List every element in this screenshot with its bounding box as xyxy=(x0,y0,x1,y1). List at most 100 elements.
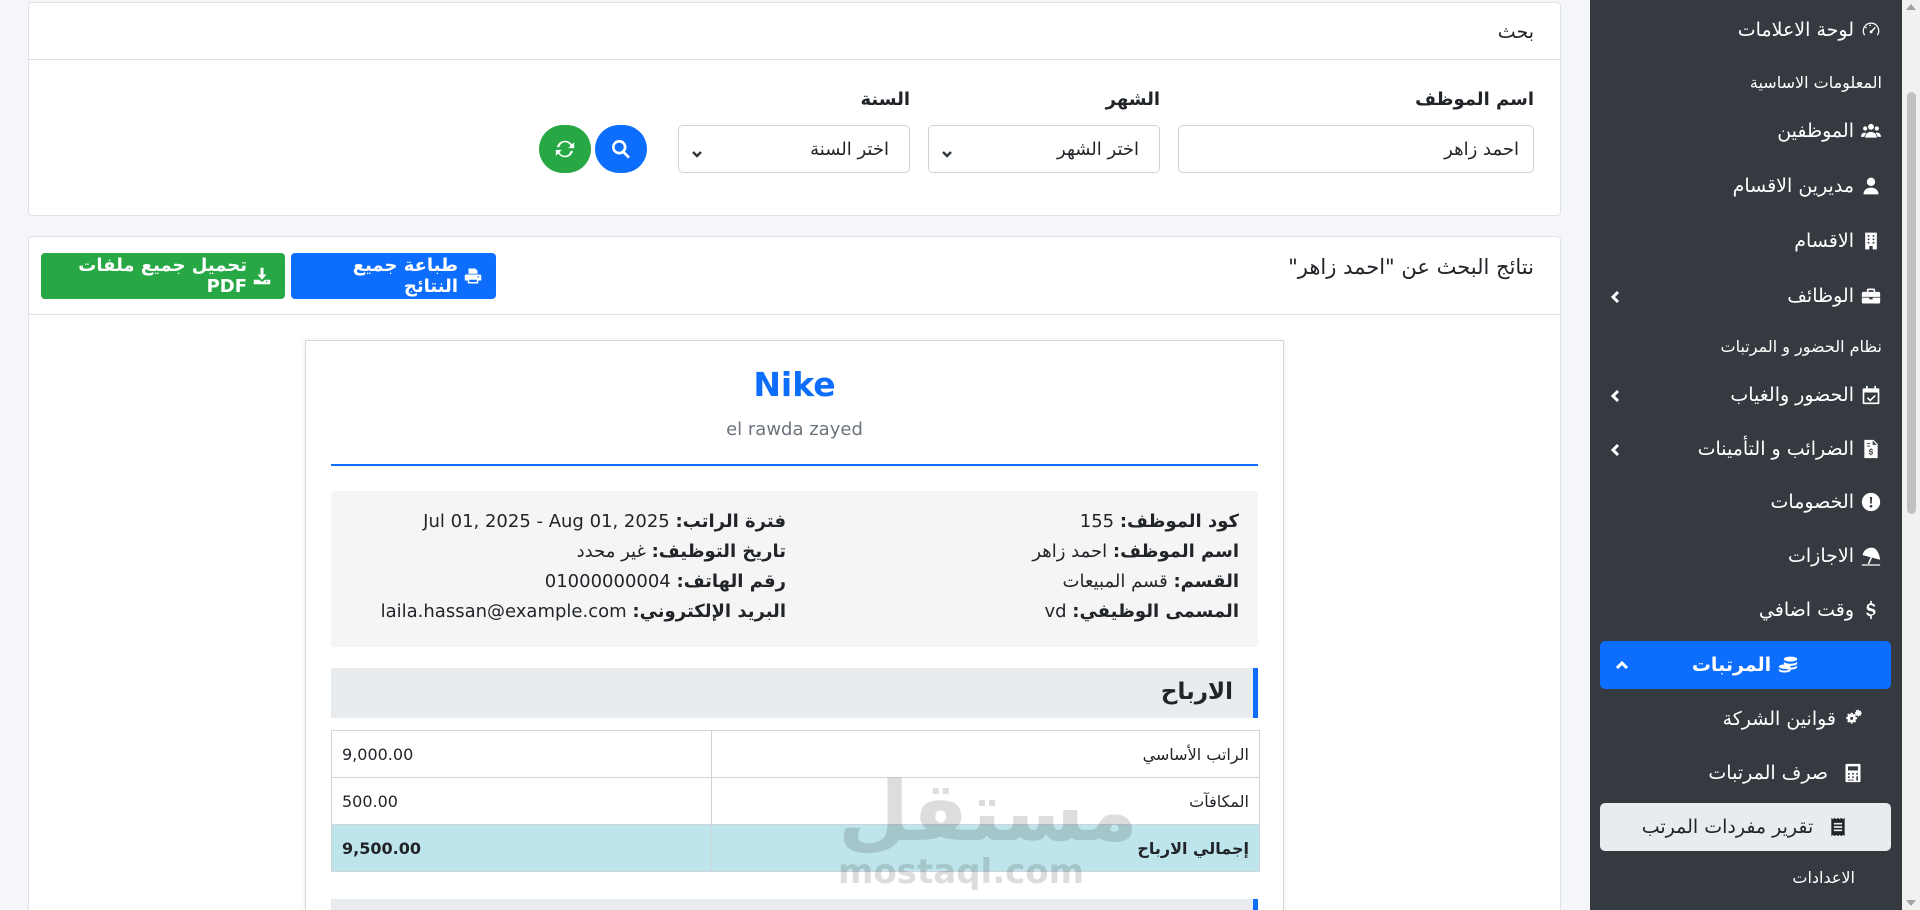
users-icon xyxy=(1860,120,1882,142)
hire-date: غير محدد xyxy=(576,541,646,562)
umbrella-beach-icon xyxy=(1860,545,1882,567)
sidebar-section-basic-info: المعلومات الاساسية xyxy=(1749,73,1882,92)
department: قسم المبيعات xyxy=(1062,571,1168,592)
sidebar-item-label: الضرائب و التأمينات xyxy=(1697,438,1854,460)
sidebar-item-dashboard[interactable]: لوحة الاعلامات xyxy=(1594,6,1882,54)
download-all-pdf-button[interactable]: تحميل جميع ملفات PDF xyxy=(41,253,285,299)
search-button[interactable] xyxy=(595,125,647,173)
building-icon xyxy=(1860,230,1882,252)
month-select-value: اختر الشهر xyxy=(1057,138,1139,160)
field-label: كود الموظف: xyxy=(1119,511,1239,532)
refresh-icon xyxy=(555,140,575,158)
chevron-down-icon xyxy=(941,144,953,158)
scroll-down-icon[interactable] xyxy=(1906,900,1916,906)
employee-code-row: كود الموظف: 155 xyxy=(1080,511,1239,532)
calculator-icon xyxy=(1842,762,1864,784)
company-address: el rawda zayed xyxy=(726,419,863,440)
sidebar-item-departments[interactable]: الاقسام xyxy=(1594,217,1882,265)
job-title: vd xyxy=(1044,601,1067,622)
field-label: اسم الموظف: xyxy=(1112,541,1239,562)
dollar-icon xyxy=(1860,599,1882,621)
sidebar-section-attendance-payroll: نظام الحضور و المرتبات xyxy=(1720,337,1882,356)
calendar-check-icon xyxy=(1860,384,1882,406)
earnings-title: الارباح xyxy=(1160,679,1233,705)
sidebar-item-label: صرف المرتبات xyxy=(1708,762,1828,784)
search-icon xyxy=(612,139,630,159)
exclamation-circle-icon xyxy=(1860,491,1882,513)
sidebar-item-label: وقت اضافي xyxy=(1758,599,1854,621)
scrollbar-thumb[interactable] xyxy=(1907,92,1916,514)
year-select[interactable]: اختر السنة xyxy=(678,125,910,173)
sidebar-item-label: الموظفين xyxy=(1777,120,1854,142)
hire-date-row: تاريخ التوظيف: غير محدد xyxy=(577,541,786,562)
payslip: Nike el rawda zayed كود الموظف: 155 اسم … xyxy=(305,340,1284,910)
briefcase-icon xyxy=(1860,285,1882,307)
download-all-label: تحميل جميع ملفات PDF xyxy=(78,255,247,297)
sidebar-item-leaves[interactable]: الاجازات xyxy=(1594,532,1882,580)
sidebar-item-label: الاجازات xyxy=(1788,545,1854,567)
earning-label: المكافآت xyxy=(711,777,1260,825)
month-select[interactable]: اختر الشهر xyxy=(928,125,1160,173)
employee-name-label: اسم الموظف xyxy=(1415,89,1534,110)
chevron-up-icon xyxy=(1614,657,1630,673)
phone: 01000000004 xyxy=(544,571,671,592)
file-invoice-icon xyxy=(1860,438,1882,460)
field-label: القسم: xyxy=(1173,571,1239,592)
sidebar-item-attendance[interactable]: الحضور والغياب xyxy=(1594,371,1882,419)
sidebar-scrollbar[interactable] xyxy=(1902,0,1920,910)
email: laila.hassan@example.com xyxy=(380,601,627,622)
download-icon xyxy=(253,267,271,285)
print-icon xyxy=(464,267,482,285)
employee-name-input[interactable]: احمد زاهر xyxy=(1178,125,1534,173)
user-icon xyxy=(1860,175,1882,197)
earning-value: 500.00 xyxy=(331,777,712,825)
sidebar-item-employees[interactable]: الموظفين xyxy=(1594,107,1882,155)
chevron-left-icon xyxy=(1608,288,1624,304)
sidebar: لوحة الاعلامات المعلومات الاساسية الموظف… xyxy=(1590,0,1920,910)
earning-label: الراتب الأساسي xyxy=(711,730,1260,778)
sidebar-item-payslip-report[interactable]: تقرير مفردات المرتب xyxy=(1600,803,1891,851)
print-all-button[interactable]: طباعة جميع النتائج xyxy=(291,253,496,299)
sidebar-item-salary-disbursement[interactable]: صرف المرتبات xyxy=(1594,749,1864,797)
email-row: البريد الإلكتروني: laila.hassan@example.… xyxy=(381,601,786,622)
print-all-label: طباعة جميع النتائج xyxy=(352,255,458,297)
employee-info-box: كود الموظف: 155 اسم الموظف: احمد زاهر ال… xyxy=(331,491,1258,647)
sidebar-item-jobs[interactable]: الوظائف xyxy=(1594,272,1882,320)
sidebar-item-label: لوحة الاعلامات xyxy=(1737,19,1854,41)
year-label: السنة xyxy=(860,89,910,110)
sidebar-item-taxes[interactable]: الضرائب و التأمينات xyxy=(1594,425,1882,473)
reset-button[interactable] xyxy=(539,125,591,173)
sidebar-item-label: الاقسام xyxy=(1794,230,1854,252)
field-label: المسمى الوظيفي: xyxy=(1072,601,1239,622)
next-section-header xyxy=(331,899,1258,910)
salary-period-row: فترة الراتب: Jul 01, 2025 - Aug 01, 2025 xyxy=(423,511,786,532)
earnings-total-value: 9,500.00 xyxy=(331,824,712,872)
earnings-section-header: الارباح xyxy=(331,668,1258,718)
employee-name-row: اسم الموظف: احمد زاهر xyxy=(1032,541,1239,562)
coins-icon xyxy=(1777,654,1799,676)
scroll-up-icon[interactable] xyxy=(1906,4,1916,10)
sidebar-item-overtime[interactable]: وقت اضافي xyxy=(1594,586,1882,634)
sidebar-item-label: المرتبات xyxy=(1691,654,1772,676)
salary-period: Jul 01, 2025 - Aug 01, 2025 xyxy=(423,511,670,532)
department-row: القسم: قسم المبيعات xyxy=(1063,571,1239,592)
sidebar-item-salaries[interactable]: المرتبات xyxy=(1600,641,1891,689)
sidebar-item-company-rules[interactable]: قوانين الشركة xyxy=(1594,695,1864,743)
field-label: فترة الراتب: xyxy=(675,511,786,532)
earnings-total-label: إجمالي الارباح xyxy=(711,824,1260,872)
job-title-row: المسمى الوظيفي: vd xyxy=(1044,601,1239,622)
earning-value: 9,000.00 xyxy=(331,730,712,778)
month-label: الشهر xyxy=(1105,89,1160,110)
sidebar-item-deductions[interactable]: الخصومات xyxy=(1594,478,1882,526)
table-row: الراتب الأساسي 9,000.00 xyxy=(331,730,1260,778)
sidebar-section-settings: الاعدادات xyxy=(1792,868,1855,887)
dashboard-icon xyxy=(1860,19,1882,41)
sidebar-item-department-managers[interactable]: مديرين الاقسام xyxy=(1594,162,1882,210)
employee-name: احمد زاهر xyxy=(1032,541,1108,562)
divider xyxy=(29,314,1560,315)
earnings-table: الراتب الأساسي 9,000.00 المكافآت 500.00 … xyxy=(331,730,1260,872)
sidebar-item-label: الخصومات xyxy=(1770,491,1854,513)
chevron-left-icon xyxy=(1608,441,1624,457)
year-select-value: اختر السنة xyxy=(810,138,889,160)
sidebar-item-label: مديرين الاقسام xyxy=(1732,175,1854,197)
